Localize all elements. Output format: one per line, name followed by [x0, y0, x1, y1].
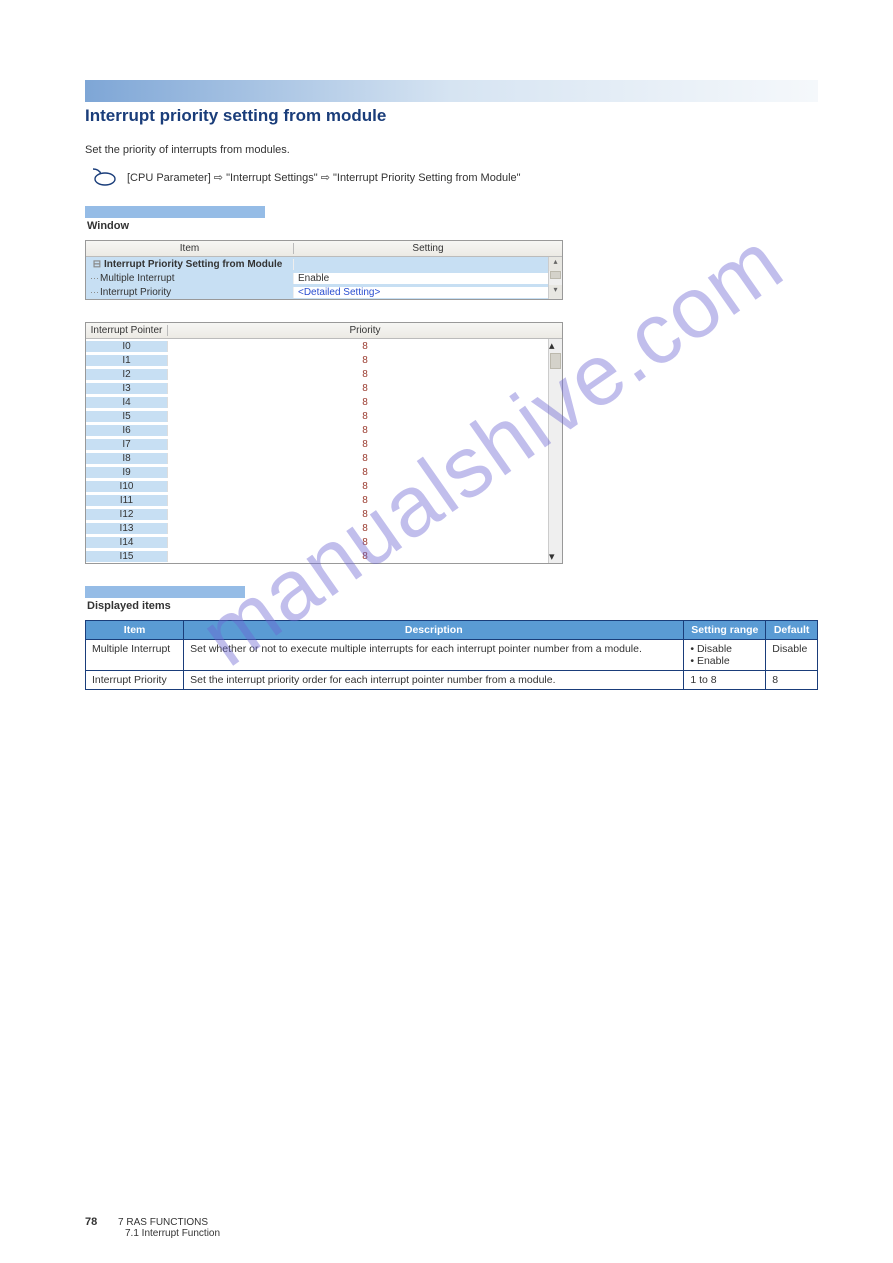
interrupt-pointer-cell: I9 — [86, 467, 168, 478]
priority-table-screenshot: Interrupt Pointer Priority I08I18I28I38I… — [85, 322, 563, 564]
table-row: I108 — [86, 479, 562, 493]
page-footer: 78 7 RAS FUNCTIONS 7.1 Interrupt Functio… — [85, 1216, 220, 1239]
mouse-icon — [85, 166, 119, 188]
section-strip-displayed — [85, 586, 245, 598]
scroll-down-icon[interactable]: ▾ — [549, 285, 562, 299]
priority-cell[interactable]: 8 — [168, 383, 562, 394]
table-header-cell: Default — [766, 621, 818, 640]
table-row: I08 — [86, 339, 562, 353]
scrollbar[interactable]: ▴ ▾ — [548, 257, 562, 299]
table-row: I48 — [86, 395, 562, 409]
table-row: I128 — [86, 507, 562, 521]
priority-cell[interactable]: 8 — [168, 355, 562, 366]
priority-cell[interactable]: 8 — [168, 523, 562, 534]
table-row: I118 — [86, 493, 562, 507]
range-cell: 1 to 8 — [684, 671, 766, 690]
priority-cell[interactable]: 8 — [168, 397, 562, 408]
item-cell: Multiple Interrupt — [86, 640, 184, 671]
table-row: I18 — [86, 353, 562, 367]
interrupt-pointer-cell: I11 — [86, 495, 168, 506]
table-row: I78 — [86, 437, 562, 451]
page-title: Interrupt priority setting from module — [85, 106, 818, 126]
table-header-cell: Item — [86, 621, 184, 640]
interrupt-pointer-cell: I2 — [86, 369, 168, 380]
table-row: Interrupt PrioritySet the interrupt prio… — [86, 671, 818, 690]
description-cell: Set whether or not to execute multiple i… — [184, 640, 684, 671]
ss2-hdr-pr: Priority — [168, 325, 562, 336]
tree-branch-icon: ⋯ — [90, 287, 98, 297]
interrupt-pointer-cell: I4 — [86, 397, 168, 408]
scrollbar[interactable]: ▴ ▾ — [548, 339, 562, 563]
priority-cell[interactable]: 8 — [168, 467, 562, 478]
scroll-thumb[interactable] — [550, 353, 561, 369]
footer-section: 7.1 Interrupt Function — [125, 1228, 220, 1239]
ss1-hdr-item: Item — [86, 243, 294, 254]
table-row: I98 — [86, 465, 562, 479]
interrupt-pointer-cell: I7 — [86, 439, 168, 450]
ss1-mult-label: Multiple Interrupt — [100, 273, 174, 284]
collapse-icon[interactable]: ⊟ — [90, 259, 104, 270]
interrupt-pointer-cell: I0 — [86, 341, 168, 352]
scroll-up-icon[interactable]: ▴ — [549, 339, 562, 352]
section-strip-window — [85, 206, 265, 218]
table-row: I38 — [86, 381, 562, 395]
ss1-mult-value[interactable]: Enable — [294, 273, 562, 284]
ss1-group-label: Interrupt Priority Setting from Module — [104, 259, 282, 270]
section-label-window: Window — [87, 220, 818, 232]
ss1-ip-value[interactable]: <Detailed Setting> — [294, 287, 562, 298]
interrupt-pointer-cell: I14 — [86, 537, 168, 548]
table-row: I28 — [86, 367, 562, 381]
item-cell: Interrupt Priority — [86, 671, 184, 690]
subtitle: Set the priority of interrupts from modu… — [85, 144, 818, 156]
interrupt-pointer-cell: I15 — [86, 551, 168, 562]
priority-cell[interactable]: 8 — [168, 551, 562, 562]
interrupt-pointer-cell: I5 — [86, 411, 168, 422]
ss1-ip-label: Interrupt Priority — [100, 287, 171, 298]
priority-cell[interactable]: 8 — [168, 509, 562, 520]
table-row: I58 — [86, 409, 562, 423]
table-row: I88 — [86, 451, 562, 465]
priority-cell[interactable]: 8 — [168, 411, 562, 422]
ss1-hdr-setting: Setting — [294, 243, 562, 254]
ss2-hdr-ip: Interrupt Pointer — [86, 325, 168, 336]
tree-branch-icon: ⋯ — [90, 273, 98, 283]
interrupt-pointer-cell: I1 — [86, 355, 168, 366]
scroll-down-icon[interactable]: ▾ — [549, 550, 562, 563]
default-cell: 8 — [766, 671, 818, 690]
footer-chapter: 7 RAS FUNCTIONS — [118, 1217, 208, 1228]
priority-cell[interactable]: 8 — [168, 453, 562, 464]
nav-path: [CPU Parameter] ⇨ "Interrupt Settings" ⇨… — [127, 171, 521, 184]
scroll-up-icon[interactable]: ▴ — [549, 257, 562, 271]
title-gradient-bar — [85, 80, 818, 102]
interrupt-pointer-cell: I3 — [86, 383, 168, 394]
interrupt-pointer-cell: I10 — [86, 481, 168, 492]
table-row: I158 — [86, 549, 562, 563]
page-number: 78 — [85, 1216, 97, 1228]
priority-cell[interactable]: 8 — [168, 425, 562, 436]
table-row: I148 — [86, 535, 562, 549]
priority-cell[interactable]: 8 — [168, 481, 562, 492]
table-header-cell: Description — [184, 621, 684, 640]
settings-tree-screenshot: Item Setting ⊟Interrupt Priority Setting… — [85, 240, 563, 300]
scroll-thumb[interactable] — [550, 271, 561, 279]
interrupt-pointer-cell: I13 — [86, 523, 168, 534]
table-row: I68 — [86, 423, 562, 437]
priority-cell[interactable]: 8 — [168, 439, 562, 450]
interrupt-pointer-cell: I8 — [86, 453, 168, 464]
priority-cell[interactable]: 8 — [168, 495, 562, 506]
priority-cell[interactable]: 8 — [168, 341, 562, 352]
interrupt-pointer-cell: I12 — [86, 509, 168, 520]
priority-cell[interactable]: 8 — [168, 369, 562, 380]
priority-cell[interactable]: 8 — [168, 537, 562, 548]
interrupt-pointer-cell: I6 — [86, 425, 168, 436]
section-label-displayed: Displayed items — [87, 600, 818, 612]
description-cell: Set the interrupt priority order for eac… — [184, 671, 684, 690]
range-cell: • Disable• Enable — [684, 640, 766, 671]
table-row: Multiple InterruptSet whether or not to … — [86, 640, 818, 671]
table-row: I138 — [86, 521, 562, 535]
table-header-cell: Setting range — [684, 621, 766, 640]
displayed-items-table: ItemDescriptionSetting rangeDefault Mult… — [85, 620, 818, 690]
default-cell: Disable — [766, 640, 818, 671]
